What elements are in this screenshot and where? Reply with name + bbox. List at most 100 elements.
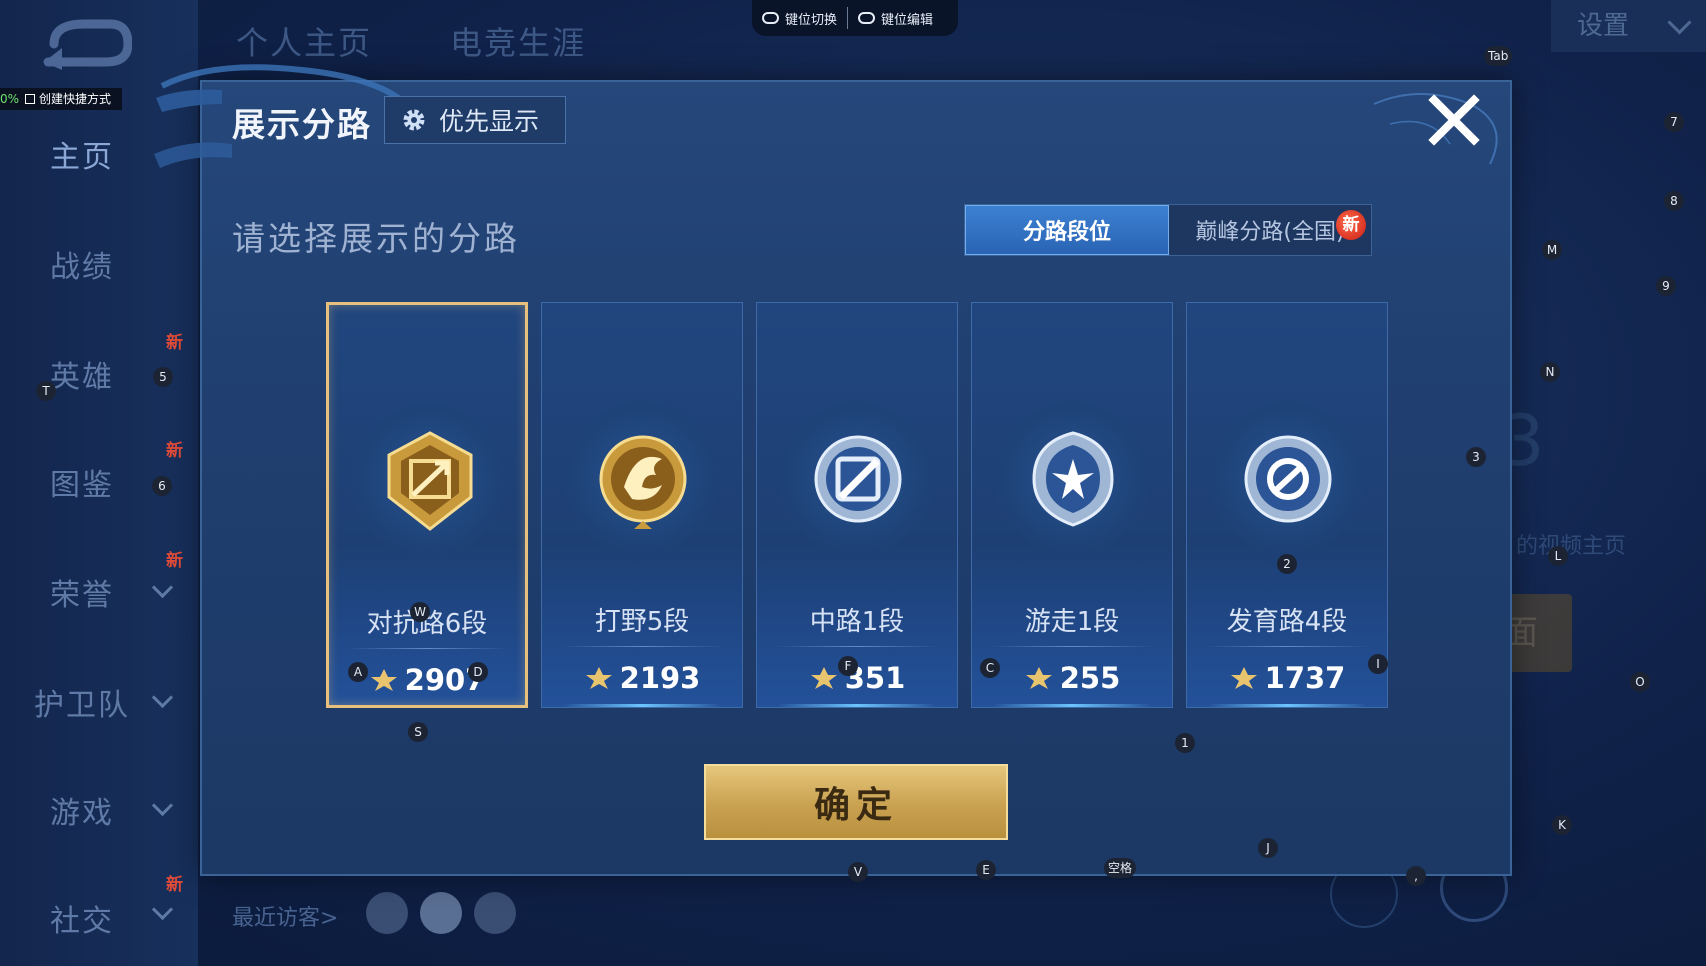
gold-crossed-swords-emblem-icon [387,431,473,531]
new-badge: 新 [166,875,183,895]
lane-score: 2193 [542,661,742,695]
gear-icon [403,109,425,131]
chevron-down-icon [151,898,174,921]
lane-tabs: 分路段位 巅峰分路(全国) [964,204,1372,256]
key-hint: C [980,658,1000,678]
combat-power-icon [585,667,612,689]
lane-score: 1737 [1187,661,1387,695]
combat-power-icon [810,667,837,689]
nav-item-honor[interactable]: 荣誉 [50,570,114,614]
priority-display-button[interactable]: 优先显示 [384,96,566,144]
confirm-button[interactable]: 确定 [704,764,1008,840]
progress-percent: 0% [0,92,20,106]
key-hint: 5 [153,367,173,387]
nav-item-codex[interactable]: 图鉴 [50,460,114,504]
key-hint: D [468,662,488,682]
key-hint: L [1548,546,1568,566]
tab-lane-rank[interactable]: 分路段位 [965,205,1169,255]
key-edit-label: 键位编辑 [881,12,934,28]
settings-label: 设置 [1577,11,1630,41]
back-arrow-icon[interactable] [40,14,132,72]
new-badge: 新 [166,333,183,353]
avatar[interactable] [474,892,516,934]
key-switch-button[interactable]: 键位切换 [752,9,847,28]
key-hint: O [1630,672,1650,692]
nav-item-guard[interactable]: 护卫队 [34,680,130,724]
key-hint: E [976,860,996,880]
key-hint: T [36,381,56,401]
key-hint: F [838,656,858,676]
key-hint: 9 [1656,276,1676,296]
key-hint: 7 [1664,112,1684,132]
lane-score-value: 1737 [1264,661,1346,695]
recent-visitors-link[interactable]: 最近访客> [232,900,338,932]
create-shortcut-button[interactable]: 0% 创建快捷方式 [0,88,122,110]
silver-slash-emblem-icon [814,435,902,523]
card-glow [777,704,937,707]
new-badge: 新 [1336,210,1366,240]
close-icon[interactable] [1428,94,1480,146]
lane-name: 发育路4段 [1226,607,1348,637]
key-hint: K [1552,815,1572,835]
confirm-label: 确定 [813,785,898,826]
combat-power-icon [1230,667,1257,689]
avatar[interactable] [366,892,408,934]
lane-card-mid[interactable]: 中路1段 351 [756,302,958,708]
lane-name: 游走1段 [1024,607,1120,637]
keymap-toolbar: 键位切换 键位编辑 [752,0,958,36]
silver-ring-emblem-icon [1244,435,1332,523]
combat-power-icon [370,669,397,691]
key-hint: W [410,602,430,622]
divider [347,648,507,649]
lane-card-top[interactable]: 对抗路6段 2907 [326,302,528,708]
key-hint: I [1368,654,1388,674]
tab-profile[interactable]: 个人主页 [236,18,372,64]
divider [560,646,724,647]
gamepad-icon [858,12,876,24]
dialog-subtitle: 请选择展示的分路 [232,219,520,258]
key-hint: A [348,662,368,682]
lane-card-jungle[interactable]: 打野5段 2193 [541,302,743,708]
external-link-icon [25,94,36,104]
divider [775,646,939,647]
nav-item-home[interactable]: 主页 [50,132,114,176]
dialog-title: 展示分路 [232,105,372,144]
key-hint: J [1258,838,1278,858]
card-glow [1207,704,1367,707]
key-hint: Tab [1484,46,1513,66]
key-hint: 1 [1175,733,1195,753]
nav-item-record[interactable]: 战绩 [50,242,114,286]
key-hint: N [1540,362,1560,382]
create-shortcut-label: 创建快捷方式 [39,92,112,106]
priority-display-label: 优先显示 [439,107,540,136]
card-glow [992,704,1152,707]
nav-item-social[interactable]: 社交 [50,896,114,940]
nav-item-games[interactable]: 游戏 [50,788,114,832]
tab-esports[interactable]: 电竞生涯 [450,18,586,64]
chevron-down-icon [151,576,174,599]
key-switch-label: 键位切换 [785,12,838,28]
key-hint: S [408,722,428,742]
lane-card-roam[interactable]: 游走1段 255 [971,302,1173,708]
combat-power-icon [1025,667,1052,689]
divider [990,646,1154,647]
lane-name: 中路1段 [809,607,905,637]
card-glow [562,704,722,707]
gamepad-icon [762,12,779,24]
key-edit-button[interactable]: 键位编辑 [848,9,943,28]
new-badge: 新 [166,441,183,461]
lane-card-farm[interactable]: 发育路4段 1737 [1186,302,1388,708]
lane-score: 255 [972,661,1172,695]
key-hint: 3 [1466,447,1486,467]
chevron-down-icon [151,794,174,817]
silver-wings-emblem-icon [1032,431,1114,527]
gold-dragon-emblem-icon [599,435,687,529]
key-hint: 2 [1277,554,1297,574]
avatar[interactable] [420,892,462,934]
key-hint: M [1542,240,1562,260]
nav-item-heroes[interactable]: 英雄 [50,352,114,396]
video-home-text: 的视频主页 [1516,534,1627,559]
chevron-down-icon [151,686,174,709]
divider [1205,646,1369,647]
lane-score-value: 2193 [619,661,701,695]
